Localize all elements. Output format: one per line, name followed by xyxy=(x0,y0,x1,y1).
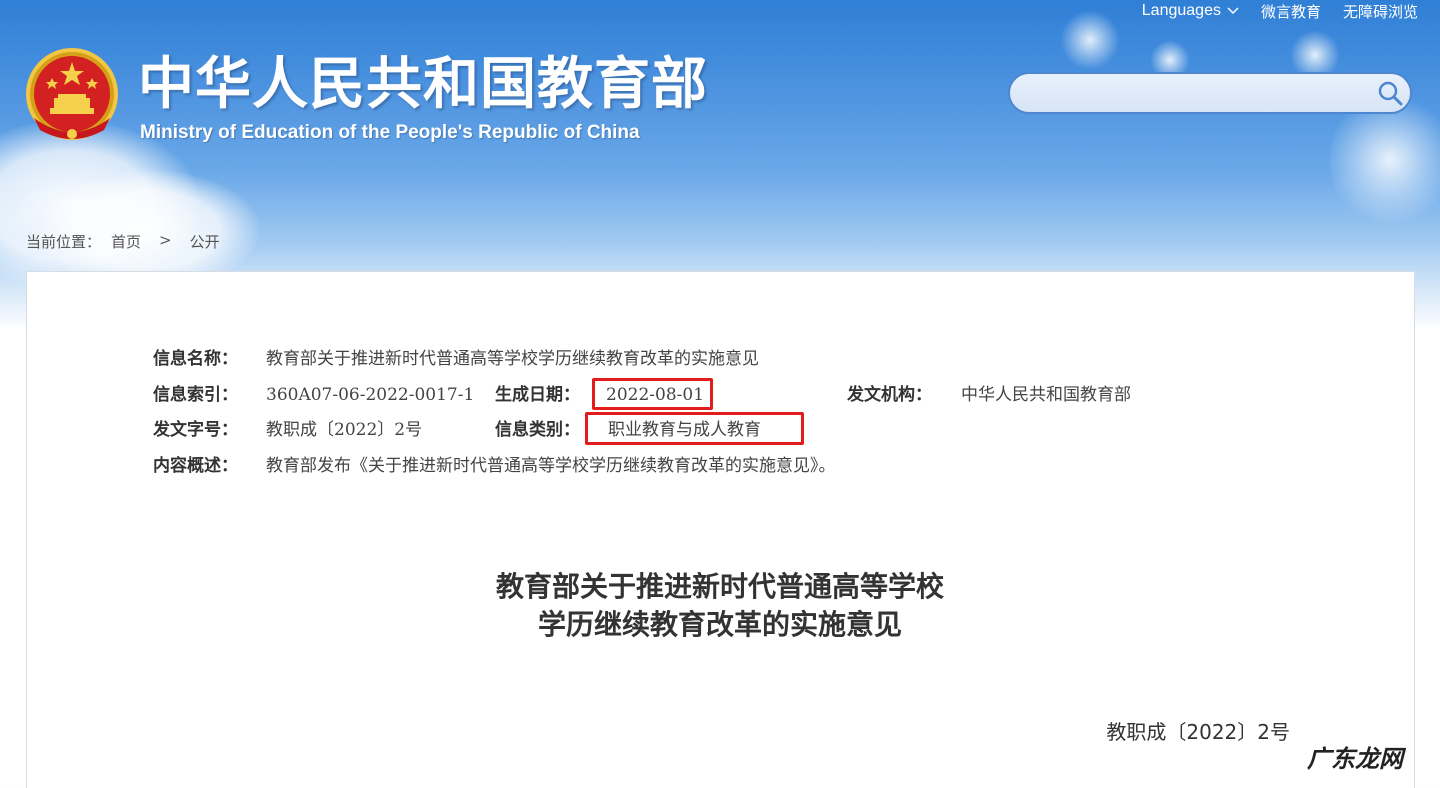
languages-dropdown[interactable]: Languages xyxy=(1142,2,1239,20)
breadcrumb-separator: > xyxy=(159,231,172,249)
meta-index-label: 信息索引： xyxy=(153,385,238,405)
national-emblem-icon xyxy=(26,48,118,140)
meta-docno-value: 教职成〔2022〕2号 xyxy=(266,420,423,440)
breadcrumb: 当前位置： 首页 > 公开 xyxy=(26,231,220,252)
meta-summary-value: 教育部发布《关于推进新时代普通高等学校学历继续教育改革的实施意见》。 xyxy=(266,456,836,476)
meta-date-label: 生成日期： xyxy=(495,385,580,405)
search-icon[interactable] xyxy=(1376,79,1404,107)
meta-summary-label: 内容概述： xyxy=(153,456,238,476)
date-highlight-box xyxy=(592,378,713,410)
meta-name-value: 教育部关于推进新时代普通高等学校学历继续教育改革的实施意见 xyxy=(266,349,759,369)
dandelion-decoration xyxy=(1060,10,1120,70)
document-title-line2: 学历继续教育改革的实施意见 xyxy=(537,608,902,641)
breadcrumb-public[interactable]: 公开 xyxy=(190,231,220,252)
document-title-line1: 教育部关于推进新时代普通高等学校 xyxy=(495,570,944,603)
breadcrumb-home[interactable]: 首页 xyxy=(111,231,141,252)
document-number: 教职成〔2022〕2号 xyxy=(1106,720,1290,744)
watermark-logo: 广东龙网 xyxy=(1306,742,1404,776)
search-input[interactable] xyxy=(1028,80,1372,108)
site-subtitle: Ministry of Education of the People's Re… xyxy=(140,122,640,143)
chevron-down-icon xyxy=(1227,7,1239,15)
weiyan-link[interactable]: 微言教育 xyxy=(1261,1,1321,22)
meta-name-label: 信息名称： xyxy=(153,349,238,369)
category-highlight-box xyxy=(585,412,804,445)
breadcrumb-prefix: 当前位置： xyxy=(26,233,102,251)
top-links: Languages 微言教育 无障碍浏览 xyxy=(1142,0,1418,22)
accessibility-link[interactable]: 无障碍浏览 xyxy=(1343,1,1418,22)
meta-issuer-value: 中华人民共和国教育部 xyxy=(961,385,1131,405)
meta-category-label: 信息类别： xyxy=(495,420,580,440)
meta-issuer-label: 发文机构： xyxy=(847,385,932,405)
meta-index-value: 360A07-06-2022-0017-1 xyxy=(266,385,475,405)
document-title: 教育部关于推进新时代普通高等学校 学历继续教育改革的实施意见 xyxy=(0,568,1440,644)
site-title: 中华人民共和国教育部 xyxy=(138,52,708,117)
meta-docno-label: 发文字号： xyxy=(153,420,238,440)
search-box xyxy=(1008,72,1412,114)
languages-label: Languages xyxy=(1141,2,1221,19)
